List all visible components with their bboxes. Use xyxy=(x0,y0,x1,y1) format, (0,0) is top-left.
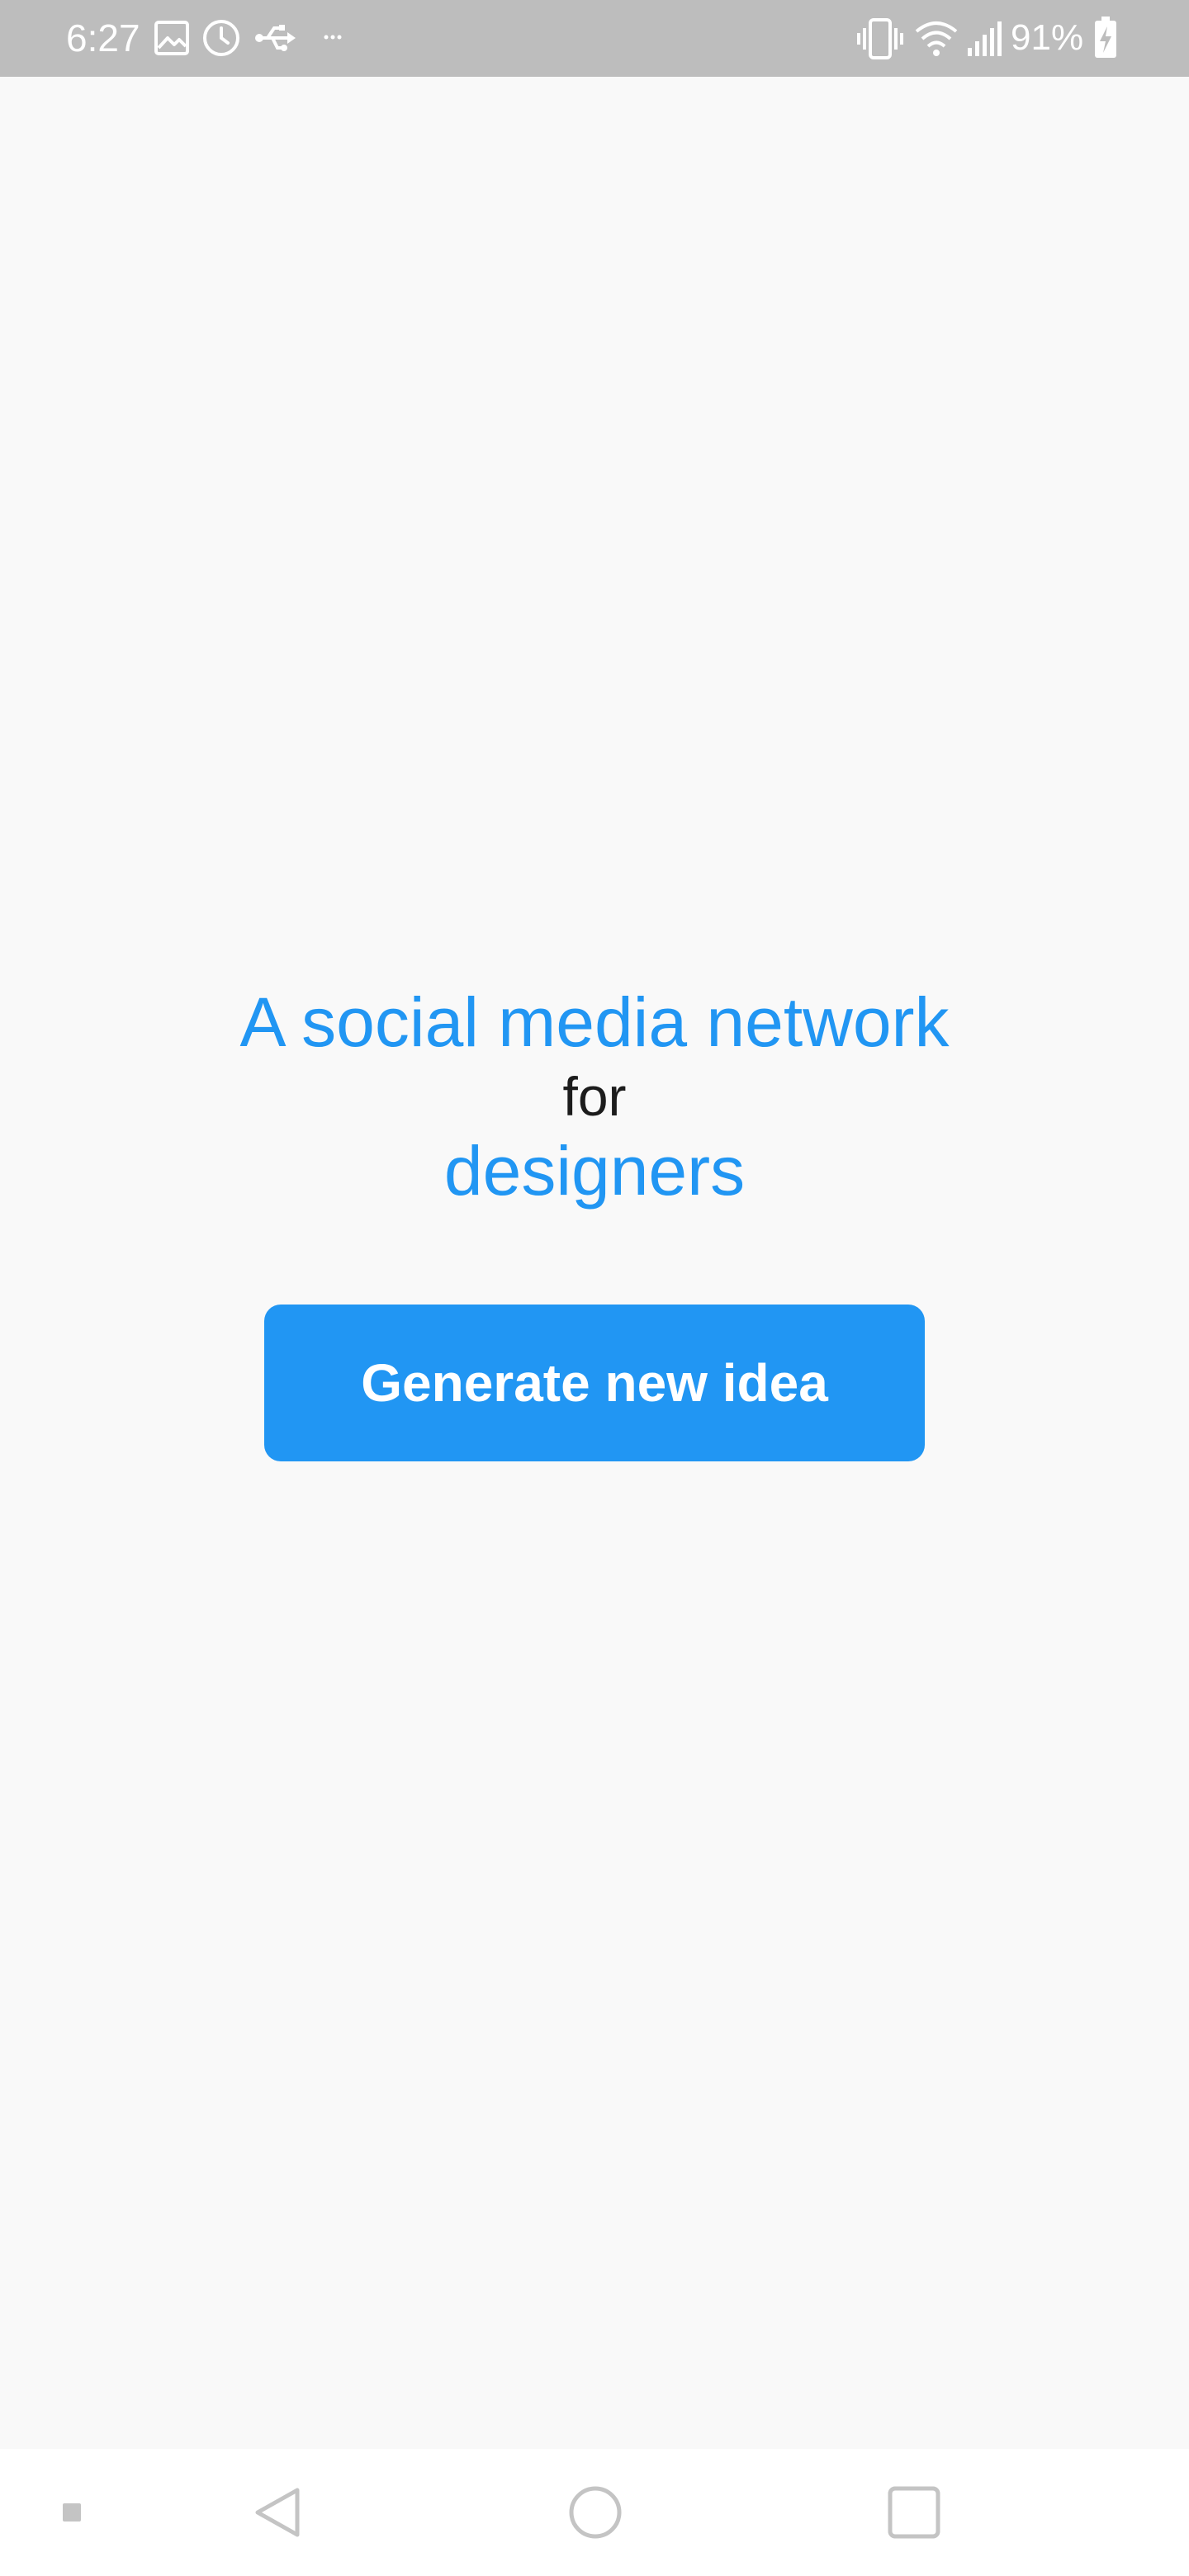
recents-dot-icon[interactable] xyxy=(63,2503,81,2522)
navigation-bar xyxy=(0,2449,1189,2576)
wifi-icon xyxy=(915,21,958,56)
usb-icon xyxy=(255,25,296,51)
status-time: 6:27 xyxy=(66,17,140,59)
home-icon[interactable] xyxy=(568,2485,623,2540)
battery-percent: 91% xyxy=(1011,17,1084,58)
overview-icon[interactable] xyxy=(887,2485,941,2540)
back-icon[interactable] xyxy=(253,2485,302,2540)
headline-line-2: for xyxy=(562,1066,627,1127)
image-icon xyxy=(154,21,189,55)
signal-icon xyxy=(968,21,1002,56)
app-screen: 6:27 91% A social media network for desi… xyxy=(0,0,1189,2576)
status-bar: 6:27 91% xyxy=(0,0,1189,77)
headline-line-3: designers xyxy=(443,1132,746,1210)
vibrate-icon xyxy=(857,18,903,59)
clock-icon xyxy=(203,20,239,56)
more-dots-icon xyxy=(324,35,342,40)
generate-new-idea-button[interactable]: Generate new idea xyxy=(264,1305,925,1461)
battery-charging-icon xyxy=(1095,17,1116,58)
headline-line-1: A social media network xyxy=(239,983,950,1061)
